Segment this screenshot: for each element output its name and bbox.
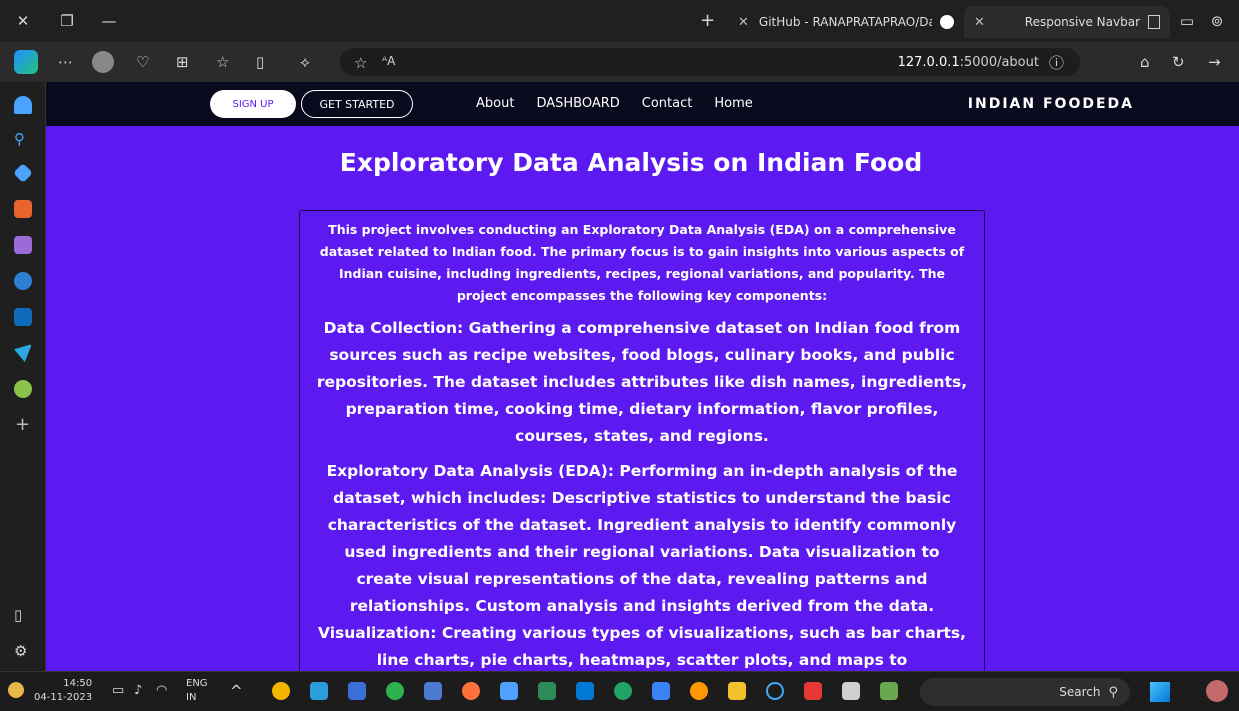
add-app-icon[interactable]: + xyxy=(15,414,30,435)
page-viewport: SIGN UP GET STARTED About DASHBOARD Cont… xyxy=(46,82,1239,671)
site-navbar: SIGN UP GET STARTED About DASHBOARD Cont… xyxy=(46,82,1239,126)
search-label: Search xyxy=(1059,685,1101,699)
volume-icon[interactable]: ♪ xyxy=(134,683,142,698)
clock[interactable]: 14:50 04-11-2023 xyxy=(34,677,92,705)
notifications-icon[interactable] xyxy=(14,96,32,114)
address-bar: ⋯ ♡ ⊞ ☆ ▯ ⟡ ☆ ᴬA 127.0.0.1:5000/about ⓘ … xyxy=(0,42,1239,82)
mail-icon[interactable] xyxy=(576,682,594,700)
region-code: IN xyxy=(186,692,197,703)
new-tab-button[interactable]: + xyxy=(700,10,715,31)
url-path: :5000/about xyxy=(959,54,1039,70)
widgets-icon[interactable] xyxy=(880,682,898,700)
tab-responsive-navbar[interactable]: ✕ Responsive Navbar xyxy=(964,6,1170,38)
battery-icon[interactable]: ▭ xyxy=(112,683,124,698)
home-icon[interactable]: ⌂ xyxy=(1140,53,1150,71)
show-hidden-icons-icon[interactable]: ^ xyxy=(230,682,243,700)
nav-links: About DASHBOARD Contact Home xyxy=(476,96,753,111)
microsoft-365-icon[interactable] xyxy=(14,272,32,290)
add-favorite-icon[interactable]: ☆ xyxy=(354,54,367,72)
wifi-icon[interactable]: ◠ xyxy=(156,683,167,698)
tab-label: Responsive Navbar xyxy=(1024,15,1140,29)
edge-sidebar: ⚲ + ▯ ⚙ xyxy=(0,82,46,671)
url-host: 127.0.0.1 xyxy=(897,54,960,70)
url-text: 127.0.0.1:5000/about xyxy=(898,55,1039,70)
tab-github[interactable]: ✕ GitHub - RANAPRATAPRAO/Dat xyxy=(728,6,964,38)
file-explorer-icon[interactable] xyxy=(728,682,746,700)
site-info-icon[interactable]: ⓘ xyxy=(1049,52,1064,73)
taskbar: 14:50 04-11-2023 ▭ ♪ ◠ ENG IN ^ Search ⚲ xyxy=(0,671,1239,711)
sign-up-button[interactable]: SIGN UP xyxy=(210,90,296,118)
outlook-icon[interactable] xyxy=(14,308,32,326)
telegram-icon[interactable] xyxy=(14,344,32,362)
tab-actions-icon[interactable]: ▭ xyxy=(1178,12,1196,30)
nav-link-dashboard[interactable]: DASHBOARD xyxy=(536,96,619,111)
clock-time: 14:50 xyxy=(63,678,93,689)
word-icon[interactable] xyxy=(538,682,556,700)
close-window-icon[interactable]: ✕ xyxy=(14,12,32,30)
weather-icon[interactable] xyxy=(1206,680,1228,702)
security-icon[interactable] xyxy=(652,682,670,700)
whatsapp-icon[interactable] xyxy=(386,682,404,700)
store-icon[interactable] xyxy=(500,682,518,700)
browser-essentials-icon[interactable]: ♡ xyxy=(136,53,149,71)
read-aloud-icon[interactable]: ᴬA xyxy=(382,54,395,68)
more-menu-icon[interactable]: ⋯ xyxy=(58,53,73,71)
intro-paragraph: This project involves conducting an Expl… xyxy=(319,222,965,303)
close-tab-icon[interactable]: ✕ xyxy=(738,15,749,30)
favorites-icon[interactable]: ☆ xyxy=(216,53,229,71)
language-indicator[interactable]: ENG IN xyxy=(186,677,208,705)
refresh-icon[interactable]: ↻ xyxy=(1172,53,1185,71)
github-icon xyxy=(940,15,954,29)
drop-icon[interactable] xyxy=(14,380,32,398)
taskbar-app-icon[interactable] xyxy=(424,682,442,700)
notification-app-icon[interactable] xyxy=(804,682,822,700)
eda-paragraph: Exploratory Data Analysis (EDA): Perform… xyxy=(317,462,967,669)
url-field[interactable]: ☆ ᴬA 127.0.0.1:5000/about ⓘ xyxy=(340,48,1080,76)
nav-link-home[interactable]: Home xyxy=(714,96,752,111)
sidebar-settings-icon[interactable]: ⚙ xyxy=(14,642,27,660)
search-icon[interactable]: ⚲ xyxy=(14,130,25,148)
hide-sidebar-icon[interactable]: ▯ xyxy=(14,606,22,624)
tools-icon[interactable] xyxy=(14,200,32,218)
vscode-icon[interactable] xyxy=(310,682,328,700)
task-view-icon[interactable] xyxy=(842,682,860,700)
games-icon[interactable] xyxy=(14,236,32,254)
edge-icon[interactable] xyxy=(614,682,632,700)
minimize-window-icon[interactable]: — xyxy=(100,12,118,30)
clock-date: 04-11-2023 xyxy=(34,692,93,703)
data-collection-paragraph: Data Collection: Gathering a comprehensi… xyxy=(316,319,968,445)
taskbar-search[interactable]: Search ⚲ xyxy=(920,678,1130,706)
tab-bar: ✕ ❐ — + ✕ GitHub - RANAPRATAPRAO/Dat ✕ R… xyxy=(0,0,1239,42)
collections-icon[interactable]: ⊞ xyxy=(176,53,189,71)
tab-label: GitHub - RANAPRATAPRAO/Dat xyxy=(758,15,932,29)
language-code: ENG xyxy=(186,678,208,689)
get-started-button[interactable]: GET STARTED xyxy=(301,90,413,118)
split-screen-icon[interactable]: ▯ xyxy=(256,53,264,71)
cortana-icon[interactable] xyxy=(766,682,784,700)
content-card: This project involves conducting an Expl… xyxy=(299,210,985,671)
nav-link-contact[interactable]: Contact xyxy=(642,96,693,111)
page-title: Exploratory Data Analysis on Indian Food xyxy=(339,148,923,177)
windows-start-icon[interactable] xyxy=(1150,682,1170,702)
page-icon xyxy=(1148,15,1160,29)
nav-link-about[interactable]: About xyxy=(476,96,514,111)
paint-icon[interactable] xyxy=(690,682,708,700)
profile-avatar[interactable] xyxy=(92,51,114,73)
shopping-icon[interactable] xyxy=(13,163,33,183)
search-icon: ⚲ xyxy=(1108,684,1118,700)
close-tab-icon[interactable]: ✕ xyxy=(974,15,985,30)
notification-bell-icon[interactable] xyxy=(8,682,24,698)
workspaces-icon[interactable]: ⊚ xyxy=(1208,12,1226,30)
copilot-icon[interactable] xyxy=(14,50,38,74)
restore-window-icon[interactable]: ❐ xyxy=(58,12,76,30)
firefox-icon[interactable] xyxy=(462,682,480,700)
site-brand[interactable]: INDIAN FOODEDA xyxy=(968,96,1134,112)
chrome-icon[interactable] xyxy=(272,682,290,700)
teams-icon[interactable] xyxy=(348,682,366,700)
extensions-icon[interactable]: ⟡ xyxy=(300,53,310,71)
back-icon[interactable]: → xyxy=(1208,53,1221,71)
